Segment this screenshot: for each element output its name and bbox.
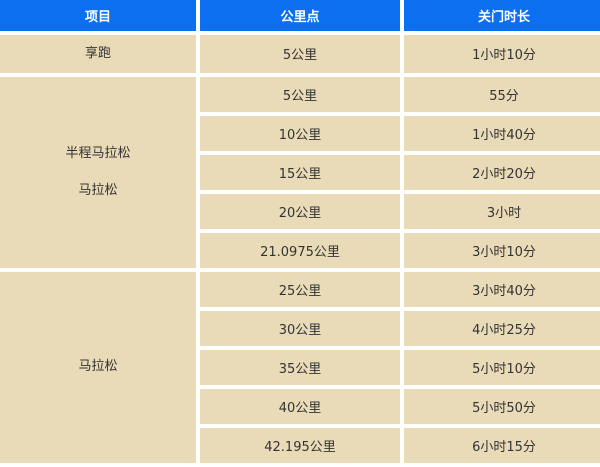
table-row: 马拉松 25公里 3小时40分 [0,271,600,463]
time-cell: 3小时40分 [404,271,600,307]
cutoff-time-table: 项目 公里点 关门时长 享跑 5公里 1小时10分 半程马拉松 马拉松 5公里 … [0,0,600,467]
km-cell: 25公里 [200,271,400,307]
event-label: 马拉松 [78,359,118,375]
header-km-point: 公里点 [200,0,400,31]
time-cell: 6小时15分 [404,427,600,463]
time-cell: 5小时50分 [404,388,600,424]
km-cell: 20公里 [200,193,400,229]
time-cell: 3小时 [404,193,600,229]
km-cell: 5公里 [200,76,400,112]
event-cell: 半程马拉松 马拉松 [0,76,196,268]
km-cell: 5公里 [200,35,400,73]
header-row: 项目 公里点 关门时长 [0,0,600,31]
time-cell: 1小时40分 [404,115,600,151]
time-cell: 2小时20分 [404,154,600,190]
table-row: 半程马拉松 马拉松 5公里 55分 [0,76,600,268]
km-cell: 42.195公里 [200,427,400,463]
km-cell: 21.0975公里 [200,232,400,268]
table-row: 享跑 5公里 1小时10分 [0,35,600,73]
time-cell: 4小时25分 [404,310,600,346]
header-cutoff-time: 关门时长 [404,0,600,31]
header-event: 项目 [0,0,196,31]
time-cell: 1小时10分 [404,35,600,73]
km-cell: 30公里 [200,310,400,346]
event-label: 享跑 [84,46,111,61]
km-cell: 40公里 [200,388,400,424]
km-cell: 35公里 [200,349,400,385]
time-cell: 3小时10分 [404,232,600,268]
km-cell: 10公里 [200,115,400,151]
time-cell: 55分 [404,76,600,112]
event-cell: 马拉松 [0,271,196,463]
event-label: 半程马拉松 [65,145,131,161]
event-label: 马拉松 [78,183,118,199]
km-cell: 15公里 [200,154,400,190]
time-cell: 5小时10分 [404,349,600,385]
event-cell: 享跑 [0,35,196,73]
